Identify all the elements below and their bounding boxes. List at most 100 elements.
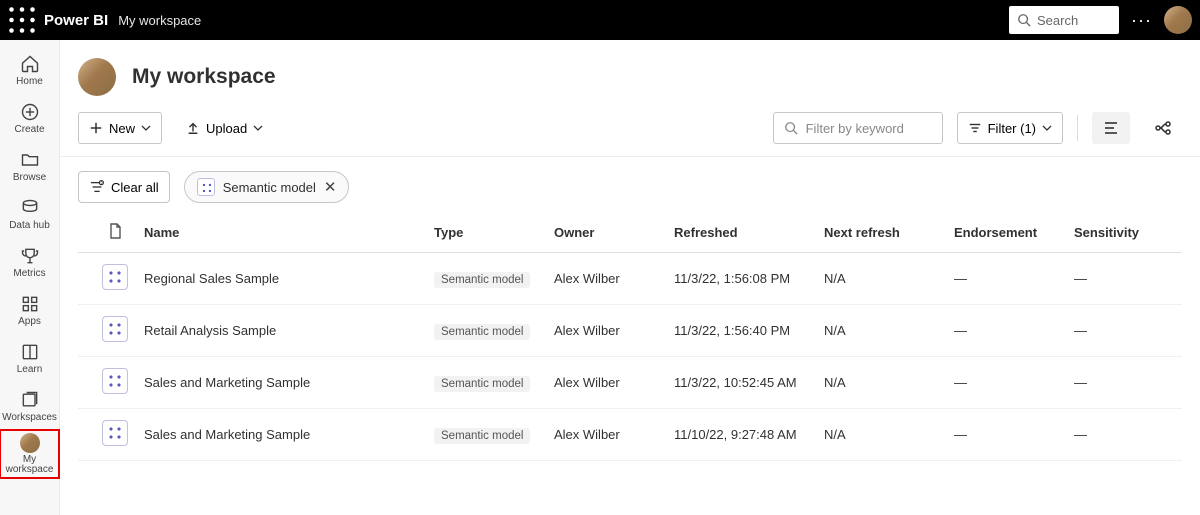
cell-refreshed: 11/3/22, 10:52:45 AM bbox=[666, 357, 816, 409]
nav-create-label: Create bbox=[14, 124, 44, 135]
table-row[interactable]: Sales and Marketing SampleSemantic model… bbox=[78, 409, 1182, 461]
nav-datahub[interactable]: Data hub bbox=[0, 190, 59, 238]
more-menu-icon[interactable]: ··· bbox=[1131, 10, 1152, 31]
table-row[interactable]: Sales and Marketing SampleSemantic model… bbox=[78, 357, 1182, 409]
nav-datahub-label: Data hub bbox=[9, 220, 50, 231]
user-avatar[interactable] bbox=[1164, 6, 1192, 34]
semantic-model-icon bbox=[197, 178, 215, 196]
cell-endorsement: — bbox=[946, 409, 1066, 461]
clear-all-button[interactable]: Clear all bbox=[78, 171, 170, 203]
cell-sensitivity: — bbox=[1066, 357, 1182, 409]
top-bar: Power BI My workspace Search ··· bbox=[0, 0, 1200, 40]
nav-apps-label: Apps bbox=[18, 316, 41, 327]
cell-type: Semantic model bbox=[426, 305, 546, 357]
cell-owner: Alex Wilber bbox=[546, 357, 666, 409]
filter-keyword-input[interactable]: Filter by keyword bbox=[773, 112, 943, 144]
nav-my-workspace[interactable]: My workspace bbox=[0, 430, 59, 478]
cell-owner: Alex Wilber bbox=[546, 253, 666, 305]
left-nav: Home Create Browse Data hub Metrics Apps… bbox=[0, 40, 60, 515]
nav-workspaces[interactable]: Workspaces bbox=[0, 382, 59, 430]
cell-sensitivity: — bbox=[1066, 305, 1182, 357]
cell-owner: Alex Wilber bbox=[546, 409, 666, 461]
datahub-icon bbox=[20, 198, 40, 218]
filter-icon bbox=[968, 121, 982, 135]
nav-learn-label: Learn bbox=[17, 364, 43, 375]
cell-nextrefresh: N/A bbox=[816, 305, 946, 357]
cell-nextrefresh: N/A bbox=[816, 357, 946, 409]
semantic-model-icon bbox=[102, 368, 128, 394]
new-button-label: New bbox=[109, 121, 135, 136]
col-owner[interactable]: Owner bbox=[546, 213, 666, 253]
new-button[interactable]: New bbox=[78, 112, 162, 144]
trophy-icon bbox=[20, 246, 40, 266]
semantic-model-icon bbox=[102, 316, 128, 342]
col-sensitivity[interactable]: Sensitivity bbox=[1066, 213, 1182, 253]
cell-name[interactable]: Regional Sales Sample bbox=[136, 253, 426, 305]
list-view-icon bbox=[1102, 119, 1120, 137]
folder-icon bbox=[20, 150, 40, 170]
close-icon[interactable]: ✕ bbox=[324, 178, 337, 196]
cell-nextrefresh: N/A bbox=[816, 409, 946, 461]
nav-apps[interactable]: Apps bbox=[0, 286, 59, 334]
cell-sensitivity: — bbox=[1066, 253, 1182, 305]
clear-filter-icon bbox=[89, 180, 105, 194]
cell-endorsement: — bbox=[946, 253, 1066, 305]
filter-button-label: Filter (1) bbox=[988, 121, 1036, 136]
workspace-header: My workspace bbox=[60, 40, 1200, 112]
breadcrumb[interactable]: My workspace bbox=[118, 13, 201, 28]
table-header-row: Name Type Owner Refreshed Next refresh E… bbox=[78, 213, 1182, 253]
semantic-model-icon bbox=[102, 420, 128, 446]
lineage-icon bbox=[1154, 119, 1172, 137]
cell-type: Semantic model bbox=[426, 357, 546, 409]
cell-name[interactable]: Sales and Marketing Sample bbox=[136, 357, 426, 409]
nav-learn[interactable]: Learn bbox=[0, 334, 59, 382]
nav-workspaces-label: Workspaces bbox=[2, 412, 57, 423]
workspace-title: My workspace bbox=[132, 65, 276, 89]
nav-browse[interactable]: Browse bbox=[0, 142, 59, 190]
cell-nextrefresh: N/A bbox=[816, 253, 946, 305]
col-name[interactable]: Name bbox=[136, 213, 426, 253]
nav-metrics-label: Metrics bbox=[13, 268, 45, 279]
plus-icon bbox=[89, 121, 103, 135]
cell-refreshed: 11/3/22, 1:56:40 PM bbox=[666, 305, 816, 357]
filter-chip-semantic-model[interactable]: Semantic model ✕ bbox=[184, 171, 350, 203]
filter-keyword-placeholder: Filter by keyword bbox=[806, 121, 904, 136]
col-endorsement[interactable]: Endorsement bbox=[946, 213, 1066, 253]
brand-label: Power BI bbox=[44, 12, 108, 29]
chevron-down-icon bbox=[253, 123, 263, 133]
search-icon bbox=[784, 121, 798, 135]
cell-name[interactable]: Sales and Marketing Sample bbox=[136, 409, 426, 461]
lineage-view-button[interactable] bbox=[1144, 112, 1182, 144]
cell-name[interactable]: Retail Analysis Sample bbox=[136, 305, 426, 357]
col-refreshed[interactable]: Refreshed bbox=[666, 213, 816, 253]
upload-button[interactable]: Upload bbox=[176, 112, 273, 144]
col-type[interactable]: Type bbox=[426, 213, 546, 253]
book-icon bbox=[20, 342, 40, 362]
cell-type: Semantic model bbox=[426, 253, 546, 305]
upload-button-label: Upload bbox=[206, 121, 247, 136]
cell-refreshed: 11/10/22, 9:27:48 AM bbox=[666, 409, 816, 461]
clear-all-label: Clear all bbox=[111, 180, 159, 195]
global-search[interactable]: Search bbox=[1009, 6, 1119, 34]
col-nextrefresh[interactable]: Next refresh bbox=[816, 213, 946, 253]
semantic-model-icon bbox=[102, 264, 128, 290]
toolbar: New Upload Filter by keyword Filter (1) bbox=[60, 112, 1200, 157]
nav-home[interactable]: Home bbox=[0, 46, 59, 94]
nav-my-workspace-label: My workspace bbox=[0, 455, 59, 476]
cell-endorsement: — bbox=[946, 357, 1066, 409]
nav-create[interactable]: Create bbox=[0, 94, 59, 142]
filter-button[interactable]: Filter (1) bbox=[957, 112, 1063, 144]
col-icon[interactable] bbox=[78, 213, 136, 253]
app-launcher-icon[interactable] bbox=[8, 6, 36, 34]
nav-browse-label: Browse bbox=[13, 172, 46, 183]
filter-chip-label: Semantic model bbox=[223, 180, 316, 195]
table-row[interactable]: Retail Analysis SampleSemantic modelAlex… bbox=[78, 305, 1182, 357]
table-row[interactable]: Regional Sales SampleSemantic modelAlex … bbox=[78, 253, 1182, 305]
main-content: My workspace New Upload Filter by keywor… bbox=[60, 40, 1200, 515]
upload-icon bbox=[186, 121, 200, 135]
nav-metrics[interactable]: Metrics bbox=[0, 238, 59, 286]
workspaces-icon bbox=[20, 390, 40, 410]
search-placeholder: Search bbox=[1037, 13, 1078, 28]
list-view-button[interactable] bbox=[1092, 112, 1130, 144]
apps-icon bbox=[20, 294, 40, 314]
